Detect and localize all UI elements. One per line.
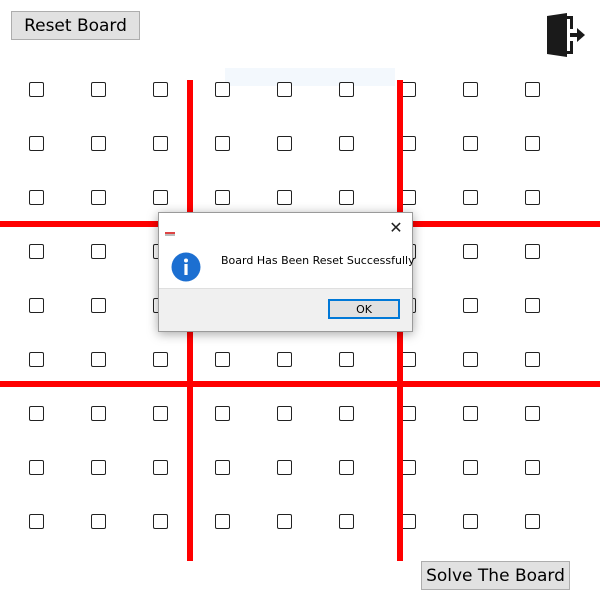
board-cell-checkbox[interactable] — [153, 460, 168, 475]
board-cell-checkbox[interactable] — [525, 352, 540, 367]
board-cell-checkbox[interactable] — [153, 514, 168, 529]
board-cell-checkbox[interactable] — [339, 460, 354, 475]
board-cell-checkbox[interactable] — [401, 190, 416, 205]
board-cell-checkbox[interactable] — [91, 298, 106, 313]
board-cell-checkbox[interactable] — [153, 352, 168, 367]
board-cell-checkbox[interactable] — [339, 352, 354, 367]
board-cell-checkbox[interactable] — [29, 514, 44, 529]
board-cell-checkbox[interactable] — [153, 406, 168, 421]
app-icon — [165, 223, 175, 236]
board-cell-checkbox[interactable] — [463, 190, 478, 205]
board-cell-checkbox[interactable] — [463, 514, 478, 529]
board-cell-checkbox[interactable] — [29, 460, 44, 475]
message-dialog: ✕ Board Has Been Reset Successfully OK — [158, 212, 415, 332]
board-cell-checkbox[interactable] — [29, 352, 44, 367]
box-divider-horizontal — [0, 381, 600, 387]
board-cell-checkbox[interactable] — [463, 82, 478, 97]
board-cell-checkbox[interactable] — [215, 136, 230, 151]
board-cell-checkbox[interactable] — [277, 82, 292, 97]
board-cell-checkbox[interactable] — [339, 82, 354, 97]
board-cell-checkbox[interactable] — [153, 82, 168, 97]
exit-door-icon[interactable] — [543, 10, 587, 60]
board-cell-checkbox[interactable] — [277, 352, 292, 367]
dialog-footer: OK — [159, 288, 412, 331]
board-cell-checkbox[interactable] — [91, 82, 106, 97]
board-cell-checkbox[interactable] — [525, 298, 540, 313]
board-cell-checkbox[interactable] — [525, 514, 540, 529]
board-cell-checkbox[interactable] — [29, 298, 44, 313]
info-icon — [171, 252, 201, 282]
board-cell-checkbox[interactable] — [401, 406, 416, 421]
board-cell-checkbox[interactable] — [91, 514, 106, 529]
board-cell-checkbox[interactable] — [277, 460, 292, 475]
board-cell-checkbox[interactable] — [277, 136, 292, 151]
board-cell-checkbox[interactable] — [153, 190, 168, 205]
dialog-message: Board Has Been Reset Successfully — [221, 254, 415, 267]
board-cell-checkbox[interactable] — [277, 514, 292, 529]
board-cell-checkbox[interactable] — [525, 244, 540, 259]
board-cell-checkbox[interactable] — [463, 460, 478, 475]
board-cell-checkbox[interactable] — [525, 136, 540, 151]
board-cell-checkbox[interactable] — [215, 352, 230, 367]
board-cell-checkbox[interactable] — [339, 190, 354, 205]
board-cell-checkbox[interactable] — [525, 82, 540, 97]
board-cell-checkbox[interactable] — [29, 244, 44, 259]
board-cell-checkbox[interactable] — [401, 514, 416, 529]
board-cell-checkbox[interactable] — [339, 406, 354, 421]
board-cell-checkbox[interactable] — [215, 514, 230, 529]
faded-background-caption — [225, 68, 395, 86]
board-cell-checkbox[interactable] — [91, 406, 106, 421]
board-cell-checkbox[interactable] — [91, 190, 106, 205]
board-cell-checkbox[interactable] — [277, 406, 292, 421]
board-cell-checkbox[interactable] — [525, 406, 540, 421]
board-cell-checkbox[interactable] — [215, 406, 230, 421]
board-cell-checkbox[interactable] — [401, 352, 416, 367]
board-cell-checkbox[interactable] — [29, 190, 44, 205]
board-cell-checkbox[interactable] — [91, 244, 106, 259]
board-cell-checkbox[interactable] — [91, 460, 106, 475]
board-cell-checkbox[interactable] — [91, 352, 106, 367]
board-cell-checkbox[interactable] — [215, 190, 230, 205]
board-cell-checkbox[interactable] — [401, 82, 416, 97]
board-cell-checkbox[interactable] — [29, 406, 44, 421]
board-cell-checkbox[interactable] — [215, 82, 230, 97]
board-cell-checkbox[interactable] — [463, 352, 478, 367]
solve-board-button[interactable]: Solve The Board — [421, 561, 570, 590]
close-icon[interactable]: ✕ — [386, 217, 406, 237]
board-cell-checkbox[interactable] — [277, 190, 292, 205]
board-cell-checkbox[interactable] — [91, 136, 106, 151]
board-cell-checkbox[interactable] — [463, 406, 478, 421]
board-cell-checkbox[interactable] — [525, 190, 540, 205]
board-cell-checkbox[interactable] — [29, 136, 44, 151]
board-cell-checkbox[interactable] — [215, 460, 230, 475]
board-cell-checkbox[interactable] — [463, 298, 478, 313]
board-cell-checkbox[interactable] — [401, 460, 416, 475]
board-cell-checkbox[interactable] — [463, 244, 478, 259]
board-cell-checkbox[interactable] — [153, 136, 168, 151]
board-cell-checkbox[interactable] — [29, 82, 44, 97]
ok-button[interactable]: OK — [328, 299, 400, 319]
reset-board-button[interactable]: Reset Board — [11, 11, 140, 40]
board-cell-checkbox[interactable] — [525, 460, 540, 475]
board-cell-checkbox[interactable] — [463, 136, 478, 151]
board-cell-checkbox[interactable] — [401, 136, 416, 151]
board-cell-checkbox[interactable] — [339, 514, 354, 529]
board-cell-checkbox[interactable] — [339, 136, 354, 151]
